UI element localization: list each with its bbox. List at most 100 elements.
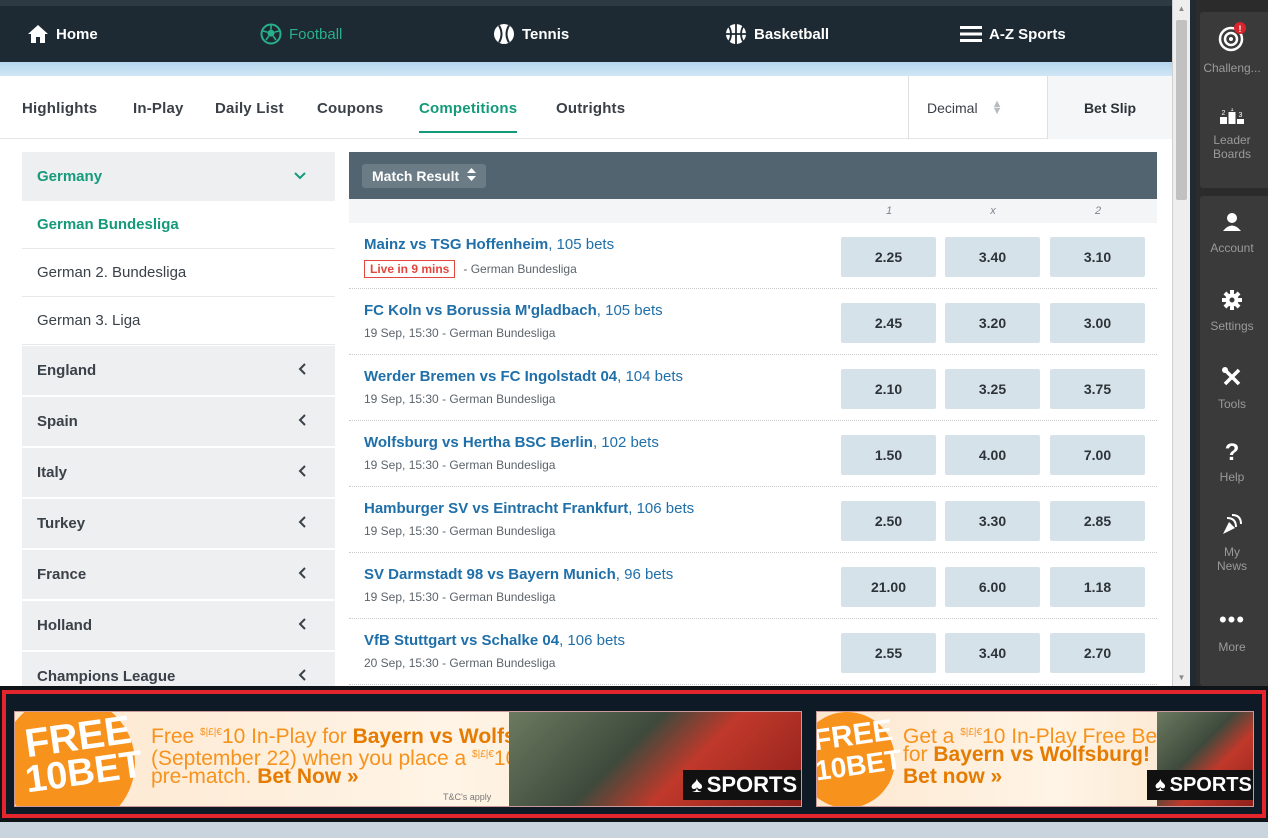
odd-away-button[interactable]: 2.85	[1050, 501, 1145, 541]
match-title-link[interactable]: VfB Stuttgart vs Schalke 04, 106 bets	[364, 632, 625, 649]
match-info: 19 Sep, 15:30 - German Bundesliga	[364, 590, 555, 604]
tab-highlights[interactable]: Highlights	[22, 100, 97, 117]
sidebar-challenges[interactable]: ! Challeng...	[1196, 22, 1268, 75]
country-holland[interactable]: Holland	[22, 601, 335, 650]
scroll-up-arrow-icon[interactable]: ▲	[1173, 0, 1190, 17]
chevron-left-icon	[297, 668, 307, 686]
odd-home-button[interactable]: 2.50	[841, 501, 936, 541]
country-champions-league[interactable]: Champions League	[22, 652, 335, 686]
league-german-2-bundesliga[interactable]: German 2. Bundesliga	[22, 249, 335, 297]
sidebar-tools[interactable]: Tools	[1196, 366, 1268, 411]
promo-cta[interactable]: Bet Now »	[257, 765, 359, 788]
match-title-link[interactable]: Hamburger SV vs Eintracht Frankfurt, 106…	[364, 500, 694, 517]
target-icon: !	[1217, 22, 1247, 57]
tab-coupons[interactable]: Coupons	[317, 100, 383, 117]
match-info: 19 Sep, 15:30 - German Bundesliga	[364, 458, 555, 472]
scrollbar[interactable]: ▲ ▼	[1172, 0, 1190, 686]
league-german-bundesliga[interactable]: German Bundesliga	[22, 201, 335, 249]
nav-football[interactable]: Football	[260, 22, 342, 46]
match-title-link[interactable]: SV Darmstadt 98 vs Bayern Munich, 96 bet…	[364, 566, 673, 583]
match-row: FC Koln vs Borussia M'gladbach, 105 bets…	[349, 289, 1157, 355]
odd-away-button[interactable]: 2.70	[1050, 633, 1145, 673]
odd-draw-button[interactable]: 4.00	[945, 435, 1040, 475]
tab-daily-list[interactable]: Daily List	[215, 100, 284, 117]
sidebar-account[interactable]: Account	[1196, 212, 1268, 255]
match-title-link[interactable]: Mainz vs TSG Hoffenheim, 105 bets	[364, 236, 614, 253]
menu-icon	[960, 25, 982, 43]
nav-az-sports[interactable]: A-Z Sports	[960, 22, 1066, 46]
country-england[interactable]: England	[22, 346, 335, 395]
sidebar-more[interactable]: ••• More	[1196, 609, 1268, 655]
tab-in-play[interactable]: In-Play	[133, 100, 184, 117]
match-teams: Werder Bremen vs FC Ingolstadt 04	[364, 368, 618, 385]
match-title-link[interactable]: Werder Bremen vs FC Ingolstadt 04, 104 b…	[364, 368, 683, 385]
ad-highlight-frame: FREE 10BET Free $|£|€10 In-Play for Baye…	[2, 690, 1266, 818]
taskbar-strip	[0, 822, 1268, 838]
odd-home-button[interactable]: 2.45	[841, 303, 936, 343]
nav-home-label: Home	[56, 25, 98, 43]
promo-banner-1[interactable]: FREE 10BET Free $|£|€10 In-Play for Baye…	[14, 711, 802, 807]
promo-cta[interactable]: Bet now »	[903, 765, 1002, 788]
country-france[interactable]: France	[22, 550, 335, 599]
sort-updown-icon: ▲ ▼	[991, 97, 1003, 117]
odd-home-button[interactable]: 2.55	[841, 633, 936, 673]
terms-text: T&C's apply	[443, 792, 492, 802]
odd-home-button[interactable]: 2.10	[841, 369, 936, 409]
promo-text: for	[903, 743, 934, 766]
odd-away-button[interactable]: 3.75	[1050, 369, 1145, 409]
odd-draw-button[interactable]: 3.40	[945, 237, 1040, 277]
match-time-league: 20 Sep, 15:30 - German Bundesliga	[364, 656, 556, 670]
chevron-left-icon	[297, 515, 307, 533]
country-spain[interactable]: Spain	[22, 397, 335, 446]
league-german-3-liga[interactable]: German 3. Liga	[22, 297, 335, 345]
sidebar-settings[interactable]: Settings	[1196, 290, 1268, 333]
country-germany[interactable]: Germany	[22, 152, 335, 201]
tab-competitions[interactable]: Competitions	[419, 100, 518, 133]
tab-outrights[interactable]: Outrights	[556, 100, 625, 117]
match-time-league: 19 Sep, 15:30 - German Bundesliga	[364, 326, 556, 340]
right-sidebar: ! Challeng... 213 Leader Boards Account S…	[1196, 0, 1268, 692]
odd-home-button[interactable]: 21.00	[841, 567, 936, 607]
chevron-left-icon	[297, 362, 307, 380]
sidebar-help[interactable]: ? Help	[1196, 440, 1268, 485]
match-time-league: 19 Sep, 15:30 - German Bundesliga	[364, 590, 556, 604]
podium-icon: 213	[1220, 107, 1244, 129]
sidebar-leaderboards[interactable]: 213 Leader Boards	[1196, 107, 1268, 161]
bet-slip-button[interactable]: Bet Slip	[1047, 76, 1172, 139]
promo-line-2: for Bayern vs Wolfsburg!	[903, 744, 1150, 766]
scroll-thumb[interactable]	[1176, 20, 1187, 200]
promo-banner-2[interactable]: FREE 10BET Get a $|£|€10 In-Play Free Be…	[816, 711, 1254, 807]
nav-tennis[interactable]: Tennis	[493, 22, 569, 46]
match-teams: FC Koln vs Borussia M'gladbach	[364, 302, 597, 319]
odd-away-button[interactable]: 3.00	[1050, 303, 1145, 343]
match-info: 19 Sep, 15:30 - German Bundesliga	[364, 524, 555, 538]
odd-away-button[interactable]: 1.18	[1050, 567, 1145, 607]
odd-away-button[interactable]: 7.00	[1050, 435, 1145, 475]
odd-away-button[interactable]: 3.10	[1050, 237, 1145, 277]
odd-draw-button[interactable]: 3.25	[945, 369, 1040, 409]
match-title-link[interactable]: FC Koln vs Borussia M'gladbach, 105 bets	[364, 302, 663, 319]
spade-icon: ♠	[691, 772, 703, 797]
market-select[interactable]: Match Result	[362, 164, 487, 188]
scroll-down-arrow-icon[interactable]: ▼	[1173, 669, 1190, 686]
odd-home-button[interactable]: 1.50	[841, 435, 936, 475]
country-italy[interactable]: Italy	[22, 448, 335, 497]
country-turkey[interactable]: Turkey	[22, 499, 335, 548]
sidebar-my-news[interactable]: My News	[1196, 514, 1268, 573]
nav-basketball[interactable]: Basketball	[725, 22, 829, 46]
match-teams: Wolfsburg vs Hertha BSC Berlin	[364, 434, 593, 451]
odd-draw-button[interactable]: 3.20	[945, 303, 1040, 343]
odd-home-button[interactable]: 2.25	[841, 237, 936, 277]
market-label: Match Result	[372, 168, 460, 184]
nav-home[interactable]: Home	[27, 22, 98, 46]
odd-draw-button[interactable]: 3.30	[945, 501, 1040, 541]
country-label: Spain	[37, 413, 78, 430]
odd-draw-button[interactable]: 3.40	[945, 633, 1040, 673]
sidebar-label: More	[1218, 640, 1246, 654]
odd-draw-button[interactable]: 6.00	[945, 567, 1040, 607]
odds-format-select[interactable]: Decimal ▲ ▼	[908, 76, 1047, 139]
match-teams: SV Darmstadt 98 vs Bayern Munich	[364, 566, 616, 583]
match-row: VfB Stuttgart vs Schalke 04, 106 bets 20 …	[349, 619, 1157, 685]
home-icon	[27, 24, 49, 44]
match-title-link[interactable]: Wolfsburg vs Hertha BSC Berlin, 102 bets	[364, 434, 659, 451]
